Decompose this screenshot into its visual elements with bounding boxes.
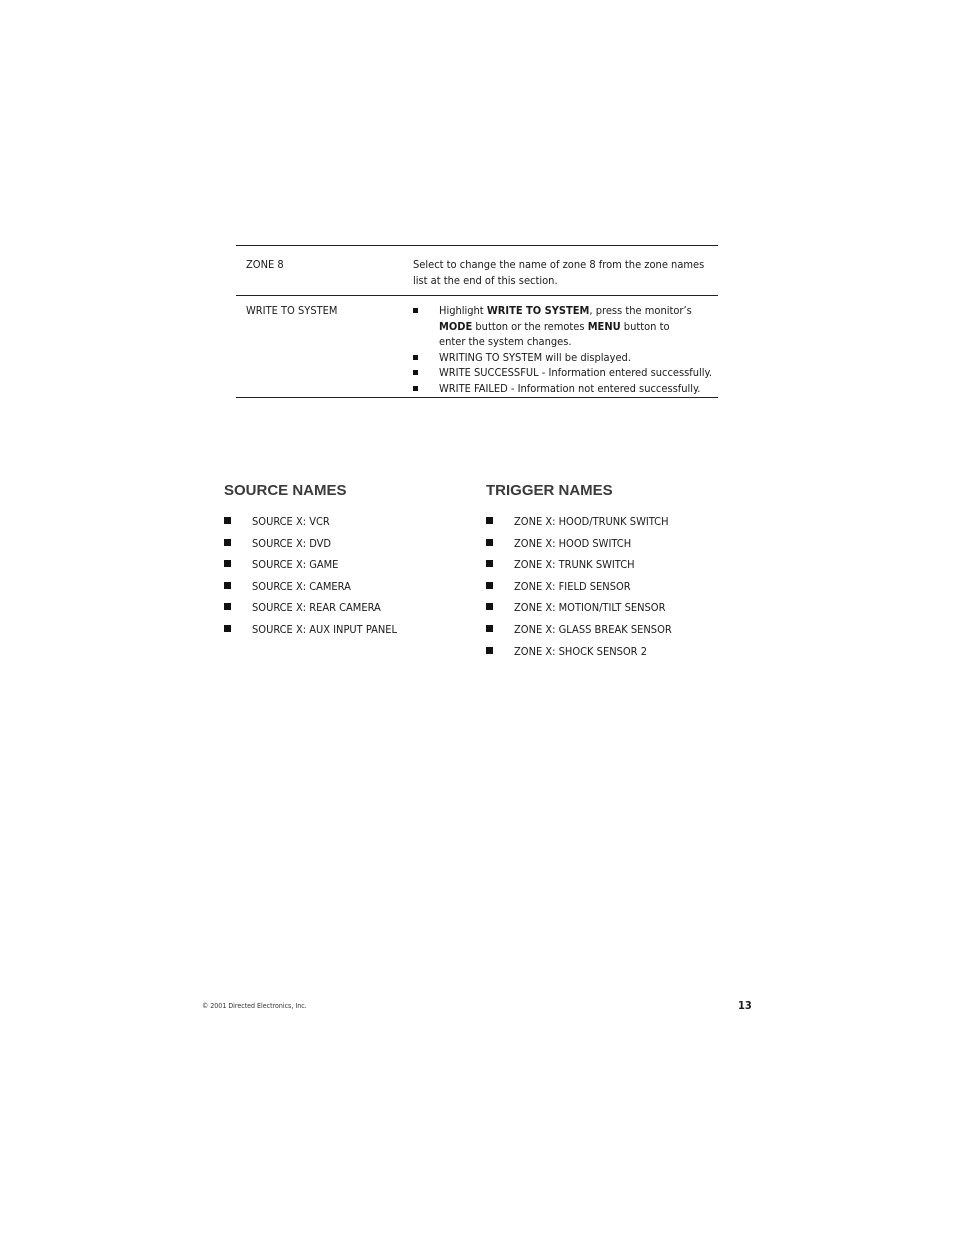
row-label: WRITE TO SYSTEM — [246, 304, 338, 317]
list-item: ZONE X: MOTION/TILT SENSOR — [486, 601, 666, 615]
source-names-heading: SOURCE NAMES — [224, 482, 347, 499]
table-row: WRITE TO SYSTEM Highlight WRITE TO SYSTE… — [236, 296, 718, 397]
bullet-square-icon — [413, 350, 439, 366]
description-line: Select to change the name of zone 8 from… — [413, 258, 705, 271]
list-item: SOURCE X: AUX INPUT PANEL — [224, 622, 398, 636]
list-item: ZONE X: FIELD SENSOR — [486, 579, 631, 593]
table-row: ZONE 8 Select to change the name of zone… — [236, 246, 718, 295]
bullet-square-icon — [413, 365, 439, 381]
bullet-item: WRITE FAILED - Information not entered s… — [413, 381, 718, 397]
trigger-names-list: ZONE X: HOOD/TRUNK SWITCH ZONE X: HOOD S… — [486, 515, 672, 666]
list-item: SOURCE X: CAMERA — [224, 579, 351, 593]
list-item: ZONE X: SHOCK SENSOR 2 — [486, 644, 647, 658]
settings-table: ZONE 8 Select to change the name of zone… — [236, 245, 718, 398]
row-bullets: Highlight WRITE TO SYSTEM, press the mon… — [413, 303, 718, 396]
bullet-item: Highlight WRITE TO SYSTEM, press the mon… — [413, 303, 718, 350]
bullet-item: WRITE SUCCESSFUL - Information entered s… — [413, 365, 718, 381]
list-item: ZONE X: HOOD/TRUNK SWITCH — [486, 515, 669, 528]
list-item: SOURCE X: VCR — [224, 515, 330, 528]
bullet-square-icon — [413, 303, 439, 350]
bullet-square-icon — [413, 381, 439, 397]
copyright-footer: © 2001 Directed Electronics, Inc. — [202, 1002, 307, 1010]
page-number: 13 — [738, 999, 752, 1012]
source-names-list: SOURCE X: VCR SOURCE X: DVD SOURCE X: GA… — [224, 515, 397, 645]
table-bottom-rule — [236, 397, 718, 398]
list-item: SOURCE X: DVD — [224, 536, 332, 550]
list-item: ZONE X: TRUNK SWITCH — [486, 558, 635, 572]
description-line: list at the end of this section. — [413, 274, 558, 287]
row-description: Select to change the name of zone 8 from… — [413, 257, 718, 289]
list-item: ZONE X: GLASS BREAK SENSOR — [486, 622, 672, 636]
row-label: ZONE 8 — [246, 258, 284, 271]
list-item: SOURCE X: REAR CAMERA — [224, 601, 381, 615]
trigger-names-heading: TRIGGER NAMES — [486, 482, 613, 499]
list-item: ZONE X: HOOD SWITCH — [486, 536, 632, 550]
bullet-item: WRITING TO SYSTEM will be displayed. — [413, 350, 718, 366]
list-item: SOURCE X: GAME — [224, 558, 339, 572]
